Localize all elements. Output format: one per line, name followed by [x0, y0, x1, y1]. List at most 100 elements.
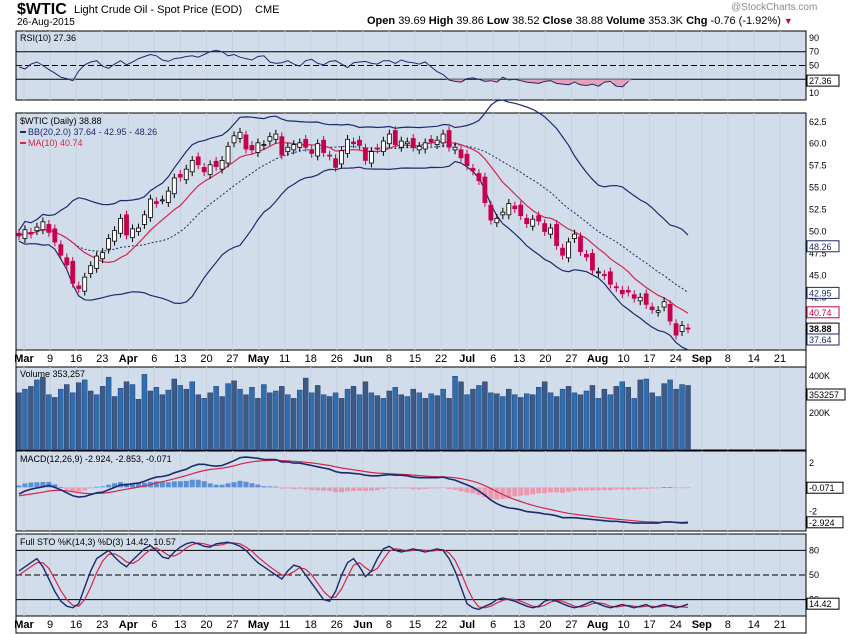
macd-histogram-bar — [589, 487, 595, 491]
volume-bar — [380, 398, 387, 451]
macd-histogram-bar — [165, 482, 171, 488]
macd-histogram-bar — [297, 487, 303, 489]
volume-bar — [255, 398, 261, 451]
macd-histogram-bar — [530, 487, 536, 495]
volume-bar — [452, 376, 458, 451]
volume-bar — [553, 396, 560, 451]
candle-body — [124, 214, 129, 236]
volume-bar — [219, 396, 225, 451]
volume-bar — [506, 388, 512, 451]
macd-histogram-bar — [106, 484, 112, 488]
candle-body — [422, 142, 428, 150]
volume-bar — [518, 397, 524, 451]
volume-bar — [189, 381, 195, 451]
macd-histogram-bar — [554, 487, 560, 493]
candle-body — [237, 131, 243, 139]
volume-bar — [607, 394, 614, 451]
macd-histogram-bar — [446, 487, 452, 490]
candle-body — [225, 145, 231, 164]
candle-body — [637, 296, 643, 302]
volume-bar — [249, 387, 255, 451]
candle-body — [46, 224, 52, 233]
candle-body — [255, 142, 261, 153]
volume-bar — [637, 379, 643, 451]
x-axis-label-bottom: 22 — [435, 619, 447, 631]
volume-bar — [631, 398, 637, 451]
x-axis-label-bottom: 23 — [96, 619, 108, 631]
macd-histogram-bar — [458, 487, 464, 492]
volume-bar — [655, 396, 661, 451]
volume-bar — [643, 378, 649, 451]
volume-bar — [338, 398, 345, 451]
volume-bar — [326, 396, 333, 451]
volume-bar — [82, 379, 88, 451]
candle-body — [249, 145, 255, 151]
candle-body — [363, 147, 368, 161]
candle-body — [369, 151, 374, 164]
x-axis-label-top: 27 — [565, 353, 577, 365]
volume-bar — [70, 392, 76, 451]
volume-bar — [440, 388, 446, 451]
x-axis-label-top: 21 — [774, 353, 786, 365]
candle-body — [159, 199, 165, 202]
macd-histogram-bar — [464, 487, 470, 493]
volume-bar — [76, 382, 82, 451]
candle-body — [291, 144, 297, 151]
x-axis-label-top: Aug — [587, 353, 608, 365]
rsi-tick-label: 70 — [809, 47, 819, 57]
volume-bar — [476, 385, 482, 451]
candle-body — [315, 143, 321, 157]
volume-bar — [565, 386, 572, 451]
volume-bar — [356, 394, 363, 451]
volume-bar — [16, 392, 22, 451]
chart-canvas: 907050301027.36RSI(10) 27.3662.560.057.5… — [14, 30, 846, 634]
x-axis-label-top: 10 — [617, 353, 629, 365]
macd-histogram-bar — [661, 487, 667, 488]
macd-histogram-bar — [267, 486, 273, 488]
x-axis-label-bottom: 17 — [644, 619, 656, 631]
macd-histogram-bar — [536, 487, 542, 494]
macd-histogram-bar — [607, 487, 613, 491]
candle-body — [578, 236, 583, 253]
macd-histogram-bar — [667, 487, 673, 488]
volume-bar — [458, 381, 464, 451]
x-axis-label-bottom: 9 — [47, 619, 53, 631]
macd-histogram-bar — [422, 487, 428, 489]
volume-bar — [571, 392, 578, 451]
rsi-oversold-fill — [625, 79, 632, 82]
macd-histogram-bar — [368, 487, 374, 491]
x-axis-label-top: Mar — [14, 353, 34, 365]
x-axis-label-top: 26 — [331, 353, 343, 365]
candle-body — [482, 176, 488, 203]
volume-bar — [111, 396, 118, 451]
volume-bar — [303, 377, 309, 451]
macd-histogram-bar — [404, 487, 410, 489]
volume-bar — [34, 379, 40, 451]
x-axis-label-bottom: 8 — [725, 619, 731, 631]
price-tick-label: 50.0 — [809, 227, 827, 237]
x-axis-label-bottom: 13 — [174, 619, 186, 631]
macd-right-label: -2.924 — [809, 518, 835, 528]
candle-body — [500, 211, 506, 216]
candle-body — [464, 153, 470, 167]
x-axis-label-bottom: Apr — [119, 619, 139, 631]
volume-bar — [28, 386, 34, 451]
candle-body — [303, 138, 309, 148]
candle-body — [560, 247, 565, 256]
volume-bar — [529, 394, 536, 451]
stoch-last-label: 14.42 — [809, 599, 832, 609]
volume-bar — [374, 395, 381, 451]
macd-histogram-bar — [494, 487, 500, 500]
candle-body — [106, 238, 111, 250]
x-axis-label-bottom: 26 — [331, 619, 343, 631]
volume-bar — [422, 398, 428, 451]
rsi-tick-label: 10 — [809, 88, 819, 98]
volume-bar — [201, 398, 207, 451]
candle-body — [52, 228, 58, 243]
volume-bar — [404, 396, 410, 451]
candle-body — [213, 160, 219, 167]
macd-histogram-bar — [577, 487, 583, 491]
volume-bar — [685, 385, 691, 451]
price-legend-ma: MA(10) 40.74 — [28, 138, 83, 148]
x-axis-label-top: 9 — [47, 353, 53, 365]
